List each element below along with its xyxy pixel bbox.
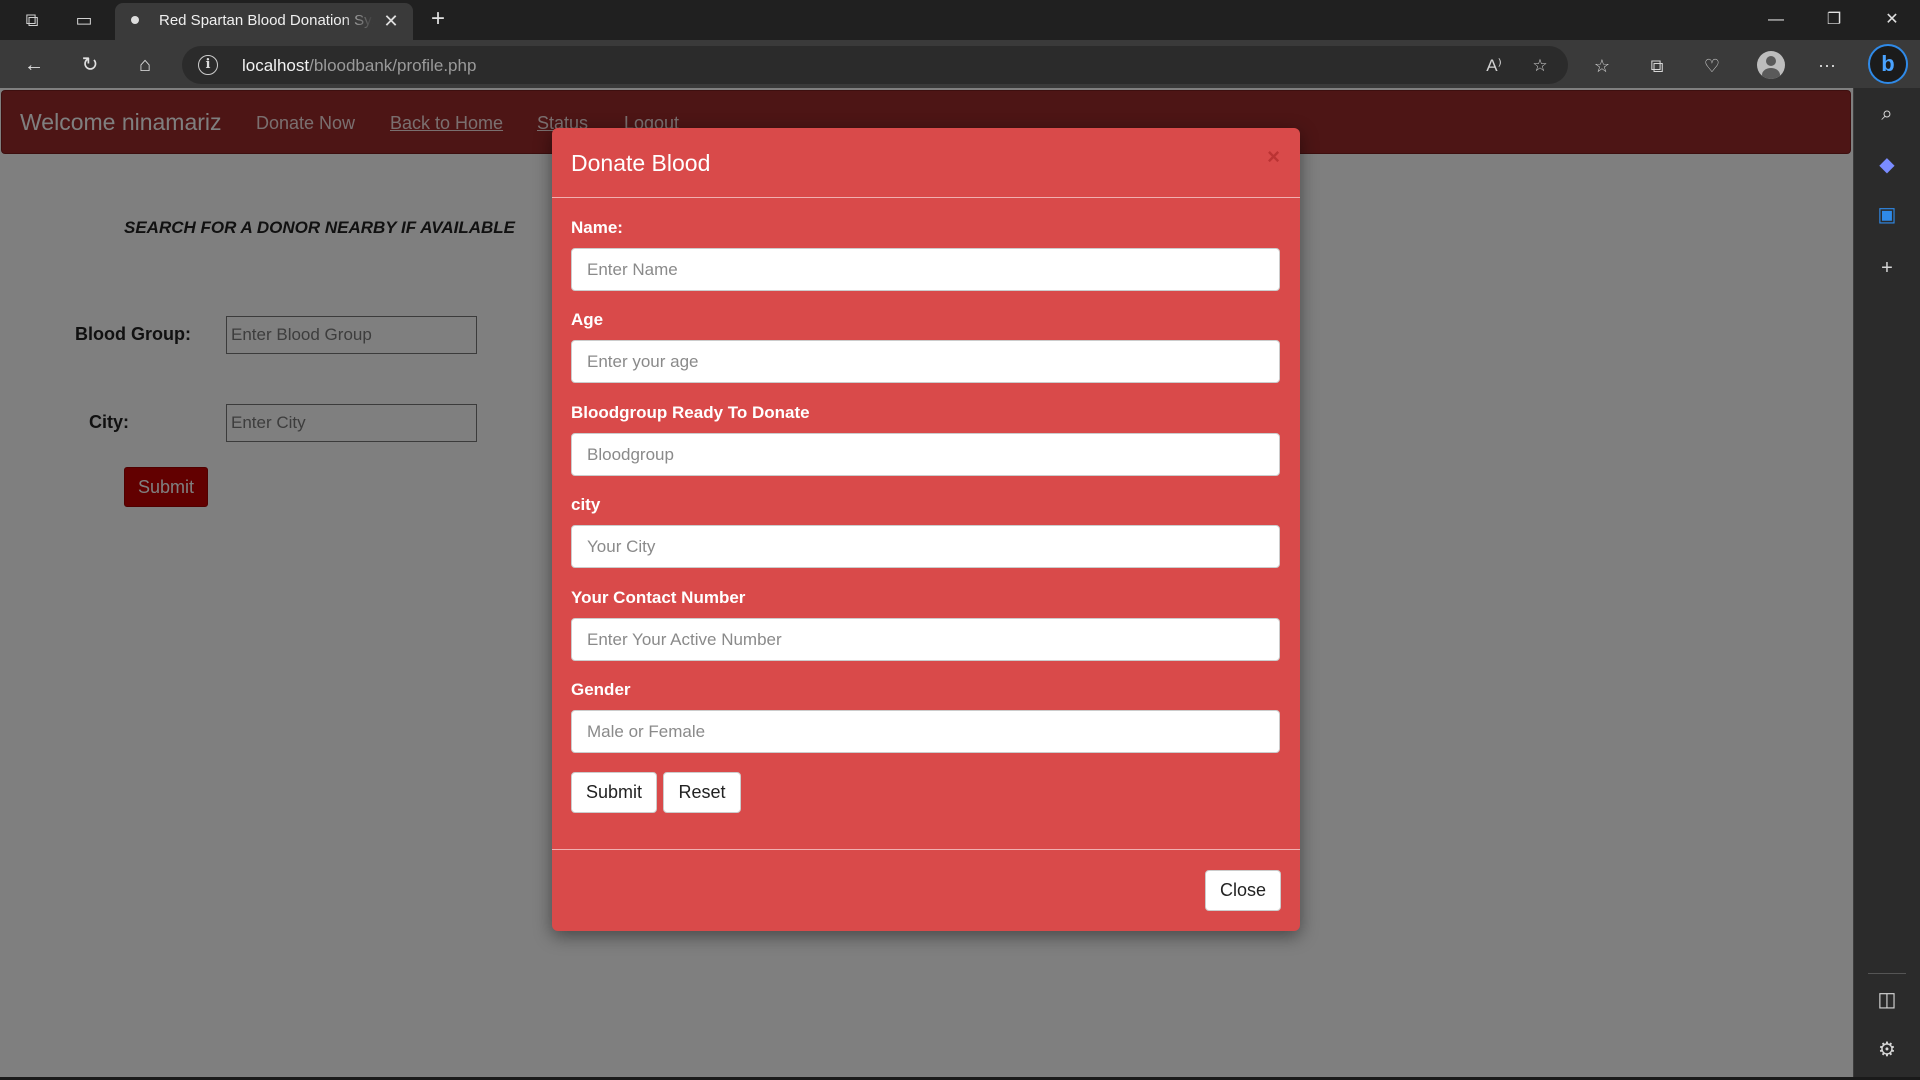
add-sidebar-app-icon[interactable]: +	[1872, 253, 1902, 283]
favicon-icon	[131, 16, 139, 24]
profile-icon[interactable]	[1757, 51, 1785, 79]
gender-field[interactable]	[571, 710, 1280, 753]
browser-titlebar: ⧉ ▭ Red Spartan Blood Donation Syst ✕ + …	[0, 0, 1920, 40]
back-icon[interactable]: ←	[19, 50, 49, 80]
browser-tab[interactable]: Red Spartan Blood Donation Syst ✕	[115, 3, 413, 40]
contact-number-label: Your Contact Number	[571, 588, 746, 607]
gender-label: Gender	[571, 680, 631, 699]
refresh-icon[interactable]: ↻	[75, 50, 105, 80]
collections-icon[interactable]: ⧉	[1643, 52, 1671, 80]
workspaces-icon[interactable]: ⧉	[19, 8, 45, 32]
settings-gear-icon[interactable]: ⚙	[1872, 1035, 1902, 1065]
bloodgroup-field[interactable]	[571, 433, 1280, 476]
name-label: Name:	[571, 218, 623, 237]
tab-actions-icon[interactable]: ▭	[71, 8, 97, 32]
web-page: Welcome ninamariz Donate Now Back to Hom…	[0, 88, 1853, 1080]
name-field[interactable]	[571, 248, 1280, 291]
minimize-button[interactable]: —	[1748, 0, 1804, 40]
modal-submit-button[interactable]: Submit	[571, 772, 657, 813]
sidebar-divider	[1868, 973, 1906, 974]
restore-button[interactable]: ❐	[1806, 0, 1862, 40]
address-bar[interactable]: i localhost/bloodbank/profile.php A⁾ ☆	[182, 46, 1568, 84]
favorites-icon[interactable]: ☆	[1588, 52, 1616, 80]
age-label: Age	[571, 310, 604, 329]
tab-title: Red Spartan Blood Donation Syst	[159, 12, 373, 29]
bloodgroup-label: Bloodgroup Ready To Donate	[571, 403, 810, 422]
read-aloud-icon[interactable]: A⁾	[1482, 54, 1506, 78]
city-modal-label: city	[571, 495, 601, 514]
city-modal-field[interactable]	[571, 525, 1280, 568]
edge-sidebar: ⌕ ◆ ▣ + ◫ ⚙	[1853, 88, 1920, 1080]
age-field[interactable]	[571, 340, 1280, 383]
modal-title: Donate Blood	[571, 150, 711, 176]
browser-toolbar: ← ↻ ⌂ i localhost/bloodbank/profile.php …	[0, 40, 1920, 88]
address-host: localhost	[242, 56, 310, 75]
donate-blood-modal: Donate Blood × Name: Age Bloodgroup Read…	[552, 128, 1300, 931]
modal-header-divider	[552, 197, 1300, 198]
more-icon[interactable]: ⋯	[1813, 52, 1841, 80]
modal-reset-button[interactable]: Reset	[663, 772, 741, 813]
browser-essentials-icon[interactable]: ♡	[1698, 52, 1726, 80]
tab-close-icon[interactable]: ✕	[379, 9, 403, 33]
modal-close-icon[interactable]: ×	[1267, 144, 1280, 170]
modal-close-button[interactable]: Close	[1205, 870, 1281, 911]
close-window-button[interactable]: ✕	[1864, 0, 1920, 40]
outlook-icon[interactable]: ▣	[1872, 200, 1902, 230]
copilot-icon[interactable]: ◆	[1872, 150, 1902, 180]
home-icon[interactable]: ⌂	[130, 50, 160, 80]
add-favorite-icon[interactable]: ☆	[1528, 54, 1552, 78]
address-url[interactable]: localhost/bloodbank/profile.php	[242, 56, 476, 76]
bing-chat-icon[interactable]: b	[1868, 44, 1908, 84]
contact-number-field[interactable]	[571, 618, 1280, 661]
new-tab-button[interactable]: +	[424, 6, 452, 34]
hide-sidebar-icon[interactable]: ◫	[1872, 985, 1902, 1015]
search-icon[interactable]: ⌕	[1872, 99, 1902, 129]
address-path: /bloodbank/profile.php	[309, 56, 477, 75]
modal-footer-divider	[552, 849, 1300, 850]
site-info-icon[interactable]: i	[198, 55, 218, 75]
